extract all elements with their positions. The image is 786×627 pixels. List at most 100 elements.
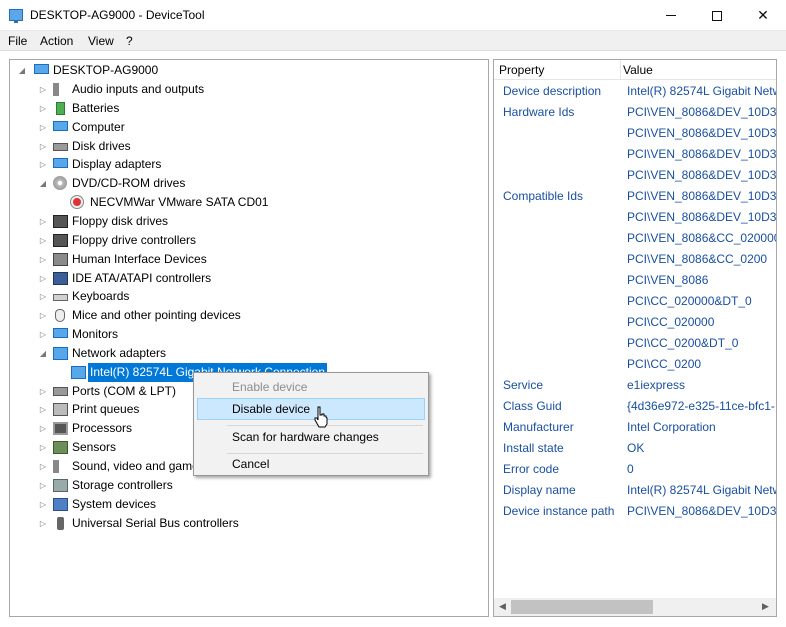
minimize-button[interactable] [648,0,694,31]
column-divider[interactable] [620,60,621,80]
expand-arrow-icon[interactable]: ▷ [38,438,48,457]
tree-item-label: Network adapters [72,345,167,360]
menu-help[interactable]: ? [126,34,133,48]
property-value: {4d36e972-e325-11ce-bfc1- [627,399,775,413]
close-icon: ✕ [757,7,769,23]
tree-category-item[interactable]: ▷ Floppy disk drives [10,212,480,231]
tree-category-item[interactable]: ▷ Computer [10,118,480,137]
expand-arrow-icon[interactable]: ▷ [38,99,48,118]
property-row[interactable]: Service e1iexpress [494,375,776,396]
close-button[interactable]: ✕ [740,0,786,31]
property-column-header[interactable]: Property [499,63,544,77]
tree-item-label: Batteries [72,100,120,115]
menu-view[interactable]: View [88,34,114,48]
expand-arrow-icon[interactable]: ▷ [38,212,48,231]
scan-hardware-item[interactable]: Scan for hardware changes [197,426,425,448]
property-row[interactable]: Error code 0 [494,459,776,480]
expand-arrow-icon[interactable]: ▷ [38,137,48,156]
tree-category-item[interactable]: ▷ Universal Serial Bus controllers [10,514,480,533]
property-row[interactable]: Device description Intel(R) 82574L Gigabi… [494,81,776,102]
enable-device-item[interactable]: Enable device [197,376,425,398]
cancel-item[interactable]: Cancel [197,453,425,475]
expand-arrow-icon[interactable]: ▷ [38,80,48,99]
expand-arrow-icon[interactable]: ▷ [38,495,48,514]
expand-arrow-icon[interactable]: ▷ [38,325,48,344]
property-row[interactable]: Install state OK [494,438,776,459]
expand-arrow-icon[interactable]: ▷ [38,514,48,533]
tree-category-item[interactable]: ◢ DVD/CD-ROM drives [10,174,480,193]
floppy-disk-icon [53,214,68,228]
tree-root[interactable]: ◢ DESKTOP-AG9000 [10,61,480,80]
property-row[interactable]: PCI\CC_0200 [494,354,776,375]
port-icon [53,386,68,396]
property-key: Device instance path [503,504,615,518]
property-row[interactable]: PCI\VEN_8086&DEV_10D38 [494,165,776,186]
property-row[interactable]: PCI\VEN_8086&CC_0200 [494,249,776,270]
tree-device-item[interactable]: NECVMWar VMware SATA CD01 [10,193,480,212]
expand-arrow-icon[interactable]: ▷ [38,306,48,325]
expand-arrow-icon[interactable]: ▷ [38,269,48,288]
value-column-header[interactable]: Value [623,63,653,77]
tree-category-item[interactable]: ▷ Audio inputs and outputs [10,80,480,99]
property-row[interactable]: Class Guid {4d36e972-e325-11ce-bfc1- [494,396,776,417]
property-key: Hardware Ids [503,105,575,119]
property-value: PCI\VEN_8086&DEV_10D38 [627,126,777,140]
tree-category-item[interactable]: ▷ Disk drives [10,137,480,156]
disable-device-item[interactable]: Disable device [197,398,425,420]
expand-arrow-icon[interactable]: ▷ [38,118,48,137]
cd-rom-icon [53,176,67,191]
system-device-icon [53,497,68,511]
tree-item-label: Monitors [72,327,119,342]
property-row[interactable]: Device instance path PCI\VEN_8086&DEV_10D… [494,501,776,522]
property-row[interactable]: PCI\VEN_8086&DEV_10D38 [494,123,776,144]
tree-category-item[interactable]: ▷ System devices [10,495,480,514]
expand-arrow-icon[interactable]: ▷ [38,287,48,306]
device-tree[interactable]: ◢ DESKTOP-AG9000 ▷ Audio inputs and outpu… [9,59,489,617]
property-row[interactable]: PCI\CC_0200&DT_0 [494,333,776,354]
tree-category-item[interactable]: ▷ Batteries [10,99,480,118]
expand-arrow-icon[interactable]: ▷ [38,400,48,419]
menu-action[interactable]: Action [40,34,73,48]
property-row[interactable]: Manufacturer Intel Corporation [494,417,776,438]
hand-cursor-icon [314,406,328,428]
collapse-arrow-icon[interactable]: ◢ [38,344,48,363]
tree-category-item[interactable]: ▷ Human Interface Devices [10,250,480,269]
property-row[interactable]: PCI\VEN_8086&CC_020000 [494,228,776,249]
expand-arrow-icon[interactable]: ▷ [38,382,48,401]
expand-arrow-icon[interactable]: ▷ [38,476,48,495]
processor-icon [53,422,68,436]
maximize-button[interactable] [694,0,740,31]
collapse-arrow-icon[interactable]: ◢ [38,174,48,193]
property-row[interactable]: PCI\CC_020000 [494,312,776,333]
expand-arrow-icon[interactable]: ▷ [38,231,48,250]
hid-icon [53,252,68,266]
horizontal-scrollbar[interactable]: ◀ ▶ [494,598,776,616]
tree-category-item[interactable]: ▷ Monitors [10,325,480,344]
menu-file[interactable]: File [8,34,27,48]
tree-category-item[interactable]: ▷ Storage controllers [10,476,480,495]
property-key: Compatible Ids [503,189,584,203]
computer-root-icon [34,64,49,74]
property-row[interactable]: PCI\CC_020000&DT_0 [494,291,776,312]
collapse-arrow-icon[interactable]: ◢ [17,61,27,80]
floppy-controller-icon [53,233,68,247]
tree-category-item[interactable]: ◢ Network adapters [10,344,480,363]
property-row[interactable]: PCI\VEN_8086&DEV_10D38 [494,144,776,165]
tree-category-item[interactable]: ▷ Mice and other pointing devices [10,306,480,325]
scroll-left-icon[interactable]: ◀ [499,601,506,612]
property-row[interactable]: Hardware Ids PCI\VEN_8086&DEV_10D38 [494,102,776,123]
property-row[interactable]: Display name Intel(R) 82574L Gigabit Netw [494,480,776,501]
property-row[interactable]: PCI\VEN_8086&DEV_10D3 [494,207,776,228]
tree-category-item[interactable]: ▷ Keyboards [10,287,480,306]
expand-arrow-icon[interactable]: ▷ [38,155,48,174]
property-row[interactable]: Compatible Ids PCI\VEN_8086&DEV_10D38 [494,186,776,207]
scrollbar-thumb[interactable] [511,600,653,614]
expand-arrow-icon[interactable]: ▷ [38,457,48,476]
tree-category-item[interactable]: ▷ Display adapters [10,155,480,174]
tree-category-item[interactable]: ▷ IDE ATA/ATAPI controllers [10,269,480,288]
property-row[interactable]: PCI\VEN_8086 [494,270,776,291]
expand-arrow-icon[interactable]: ▷ [38,250,48,269]
scroll-right-icon[interactable]: ▶ [762,601,769,612]
tree-category-item[interactable]: ▷ Floppy drive controllers [10,231,480,250]
expand-arrow-icon[interactable]: ▷ [38,419,48,438]
